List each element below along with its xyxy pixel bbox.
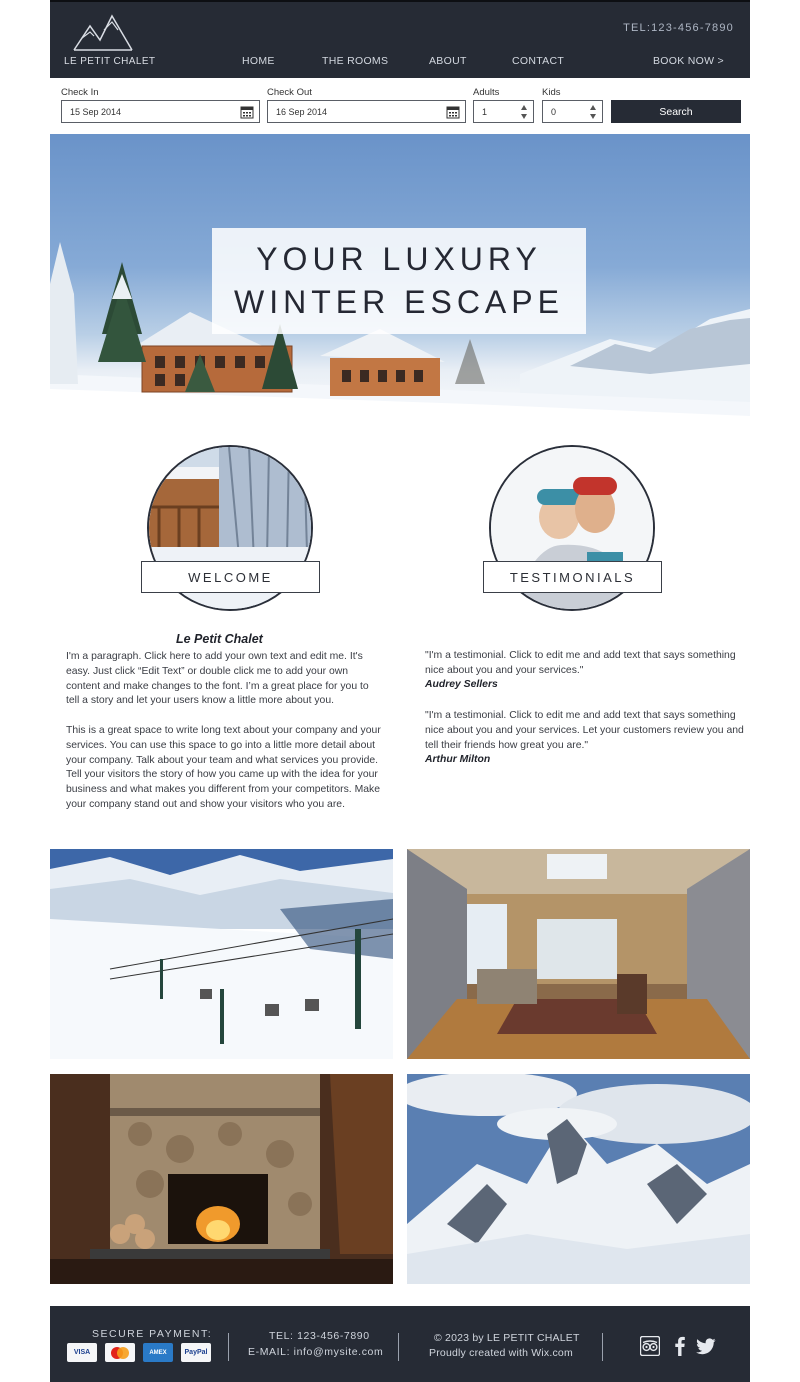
search-button[interactable]: Search	[611, 100, 741, 123]
hero-title-box: YOUR LUXURY WINTER ESCAPE	[212, 228, 586, 334]
footer-created-with[interactable]: Proudly created with Wix.com	[429, 1347, 573, 1359]
check-in-label: Check In	[61, 87, 99, 98]
site-header: LE PETIT CHALET TEL:123-456-7890 HOME TH…	[50, 0, 750, 78]
hero-title-line-2: WINTER ESCAPE	[234, 284, 564, 320]
footer-email-label: E-MAIL:	[248, 1346, 294, 1358]
hero-banner: YOUR LUXURY WINTER ESCAPE	[50, 134, 750, 429]
mastercard-icon	[105, 1343, 135, 1362]
footer-divider	[602, 1333, 603, 1361]
welcome-label[interactable]: WELCOME	[141, 561, 320, 593]
hero-title-line-1: YOUR LUXURY	[256, 241, 542, 277]
visa-card-icon: VISA	[67, 1343, 97, 1362]
check-in-value: 15 Sep 2014	[70, 106, 122, 117]
amex-card-icon: AMEX	[143, 1343, 173, 1362]
gallery-image-ski-lift[interactable]	[50, 849, 393, 1059]
nav-about[interactable]: ABOUT	[429, 55, 467, 67]
secure-payment-label: SECURE PAYMENT:	[92, 1328, 213, 1340]
logo-text[interactable]: LE PETIT CHALET	[64, 56, 155, 67]
header-phone: TEL:123-456-7890	[623, 22, 734, 34]
nav-contact[interactable]: CONTACT	[512, 55, 564, 67]
check-out-field[interactable]: 16 Sep 2014	[267, 100, 466, 123]
stepper-icon[interactable]	[520, 105, 528, 119]
stepper-icon[interactable]	[589, 105, 597, 119]
nav-the-rooms[interactable]: THE ROOMS	[322, 55, 388, 67]
check-in-field[interactable]: 15 Sep 2014	[61, 100, 260, 123]
nav-book-now[interactable]: BOOK NOW >	[653, 55, 724, 67]
calendar-icon[interactable]	[240, 105, 254, 119]
footer-email-link[interactable]: info@mysite.com	[294, 1346, 384, 1358]
nav-home[interactable]: HOME	[242, 55, 275, 67]
footer-copyright: © 2023 by LE PETIT CHALET	[434, 1332, 580, 1344]
gallery-image-living-room[interactable]	[407, 849, 750, 1059]
kids-stepper[interactable]: 0	[542, 100, 603, 123]
testimonials-label[interactable]: TESTIMONIALS	[483, 561, 662, 593]
testimonial-quote: "I'm a testimonial. Click to edit me and…	[425, 650, 736, 676]
kids-label: Kids	[542, 87, 561, 98]
welcome-paragraph-2: This is a great space to write long text…	[66, 725, 381, 810]
twitter-icon[interactable]	[696, 1336, 716, 1356]
check-out-value: 16 Sep 2014	[276, 106, 328, 117]
testimonial-quote: "I'm a testimonial. Click to edit me and…	[425, 710, 744, 751]
footer-divider	[398, 1333, 399, 1361]
paypal-icon: PayPal	[181, 1343, 211, 1362]
calendar-icon[interactable]	[446, 105, 460, 119]
welcome-paragraph-1: I'm a paragraph. Click here to add your …	[66, 651, 369, 707]
footer-divider	[228, 1333, 229, 1361]
gallery-image-mountains[interactable]	[407, 1074, 750, 1284]
footer-phone: TEL: 123-456-7890	[269, 1330, 370, 1342]
welcome-title: Le Petit Chalet	[176, 632, 263, 646]
adults-label: Adults	[473, 87, 500, 98]
testimonial-author: Audrey Sellers	[425, 679, 498, 690]
testimonial-author: Arthur Milton	[425, 754, 491, 765]
tripadvisor-icon[interactable]	[640, 1336, 660, 1356]
mountain-logo-icon[interactable]	[72, 12, 134, 52]
check-out-label: Check Out	[267, 87, 312, 98]
kids-value: 0	[551, 106, 557, 117]
adults-stepper[interactable]: 1	[473, 100, 534, 123]
gallery-image-fireplace[interactable]	[50, 1074, 393, 1284]
footer-email: E-MAIL: info@mysite.com	[248, 1346, 383, 1358]
facebook-icon[interactable]	[670, 1336, 690, 1356]
adults-value: 1	[482, 106, 488, 117]
